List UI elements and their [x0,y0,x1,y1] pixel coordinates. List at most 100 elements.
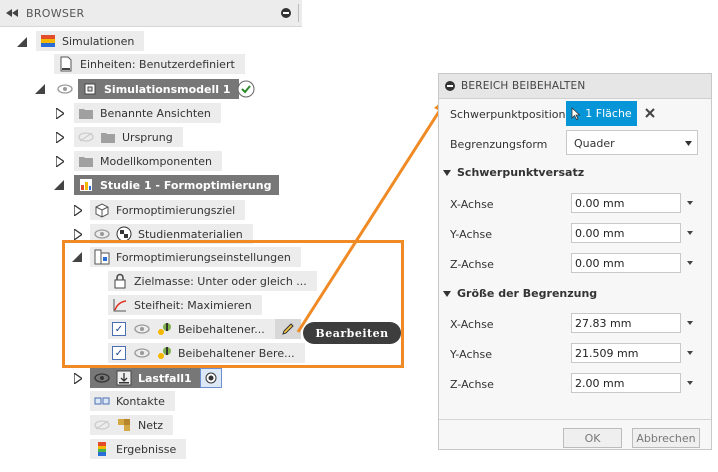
tree-label: Ergebnisse [116,442,177,456]
eye-hidden-icon[interactable] [78,132,94,142]
begrenzungsform-select[interactable]: Quader [566,130,698,155]
eye-icon[interactable] [94,373,110,383]
tree-label: Studie 1 - Formoptimierung [100,178,272,192]
schwerpunktposition-label: Schwerpunktposition [450,108,566,121]
chevron-down-icon[interactable] [687,381,693,385]
simulation-icon [41,35,55,47]
groesse-z-input[interactable]: 2.00 mm [571,373,681,393]
expand-arrow-icon[interactable] [56,132,64,143]
clear-selection-icon[interactable] [645,108,655,118]
groesse-z-label: Z-Achse [450,378,494,391]
tree-label: Kontakte [116,394,165,408]
panel-options-icon[interactable] [281,8,291,18]
collapse-section-icon [443,290,451,297]
groesse-y-input[interactable]: 21.509 mm [571,343,681,363]
collapse-dialog-icon[interactable] [445,81,455,91]
tree-node-einheiten[interactable]: Einheiten: Benutzerdefiniert [54,54,245,74]
versatz-z-input[interactable]: 0.00 mm [571,253,681,273]
folder-icon [101,133,115,143]
section-title: Größe der Begrenzung [457,287,598,300]
expand-arrow-icon[interactable] [74,229,82,240]
expand-arrow-icon[interactable] [56,108,64,119]
load-case-icon [116,370,132,386]
mesh-icon [118,419,130,431]
versatz-x-input[interactable]: 0.00 mm [571,193,681,213]
tree-node-formoptimierungsziel[interactable]: Formoptimierungsziel [90,200,246,220]
expand-arrow-icon[interactable] [74,205,82,216]
footer-divider [439,419,711,420]
units-document-icon [60,56,72,72]
tree-label: Modellkomponenten [100,154,212,168]
model-icon [84,83,96,95]
section-title: Schwerpunktversatz [457,166,585,179]
results-icon [98,442,106,456]
tree-node-studie[interactable]: Studie 1 - Formoptimierung [74,175,280,195]
panel-divider [298,4,299,22]
dialog-title: BEREICH BEIBEHALTEN [461,80,586,92]
tree-node-kontakte[interactable]: Kontakte [90,391,175,411]
tree-label: Lastfall1 [138,371,192,385]
highlight-box [62,240,404,368]
tree-node-simulationsmodell[interactable]: Simulationsmodell 1 [78,79,239,99]
browser-title: BROWSER [26,7,85,20]
tree-label: Einheiten: Benutzerdefiniert [80,57,235,71]
select-face-button[interactable]: 1 Fläche [566,101,637,126]
dialog-header: BEREICH BEIBEHALTEN [439,74,711,99]
expand-arrow-icon[interactable] [74,373,82,384]
tree-node-modellkomponenten[interactable]: Modellkomponenten [74,151,222,171]
eye-hidden-icon[interactable] [94,420,110,430]
chevron-down-icon [685,141,692,146]
collapse-arrow-icon[interactable] [17,37,27,47]
groesse-x-label: X-Achse [450,318,494,331]
ok-button[interactable]: OK [563,428,622,448]
browser-panel: BROWSER Simulationen Einheiten: Benutzer… [0,0,317,472]
box-icon [95,203,109,218]
collapse-panel-icon[interactable] [6,9,18,17]
versatz-y-label: Y-Achse [450,228,492,241]
cursor-icon [571,107,581,120]
collapse-arrow-icon[interactable] [54,180,64,190]
tree-node-ursprung[interactable]: Ursprung [74,127,183,147]
study-icon [80,179,92,191]
tree-node-simulationen[interactable]: Simulationen [36,31,145,51]
groesse-x-input[interactable]: 27.83 mm [571,313,681,333]
versatz-y-input[interactable]: 0.00 mm [571,223,681,243]
eye-icon[interactable] [57,84,73,94]
tree-node-benannte-ansichten[interactable]: Benannte Ansichten [74,103,221,123]
section-schwerpunktversatz[interactable]: Schwerpunktversatz [443,166,584,179]
contacts-icon [94,397,110,405]
collapse-arrow-icon[interactable] [35,84,45,94]
browser-header: BROWSER [0,0,302,27]
tree-node-ergebnisse[interactable]: Ergebnisse [90,439,187,459]
tree-label: Formoptimierungsziel [116,203,236,217]
chevron-down-icon[interactable] [687,261,693,265]
select-face-label: 1 Fläche [585,107,632,120]
tree-label: Benannte Ansichten [100,106,211,120]
groesse-y-label: Y-Achse [450,348,492,361]
versatz-z-label: Z-Achse [450,258,494,271]
chevron-down-icon[interactable] [687,321,693,325]
folder-icon [79,157,93,167]
checkmark-icon [237,80,255,98]
tree-node-lastfall[interactable]: Lastfall1 [90,368,200,388]
collapse-section-icon [443,169,451,176]
begrenzungsform-label: Begrenzungsform [450,138,548,151]
folder-icon [79,109,93,119]
edit-tooltip: Bearbeiten [303,322,401,344]
section-groesse-begrenzung[interactable]: Größe der Begrenzung [443,287,597,300]
tree-label: Ursprung [122,130,173,144]
preserve-region-dialog: BEREICH BEIBEHALTEN Schwerpunktposition … [438,73,712,450]
versatz-x-label: X-Achse [450,198,494,211]
eye-icon[interactable] [94,229,110,239]
chevron-down-icon[interactable] [687,201,693,205]
active-radio[interactable] [199,368,222,388]
chevron-down-icon[interactable] [687,351,693,355]
begrenzungsform-value: Quader [574,137,615,150]
tree-node-netz[interactable]: Netz [90,415,174,435]
tree-label: Simulationsmodell 1 [104,82,231,96]
radio-selected-icon [205,372,217,384]
expand-arrow-icon[interactable] [56,156,64,167]
cancel-button[interactable]: Abbrechen [632,428,700,448]
tree-label: Netz [138,418,164,432]
chevron-down-icon[interactable] [687,231,693,235]
